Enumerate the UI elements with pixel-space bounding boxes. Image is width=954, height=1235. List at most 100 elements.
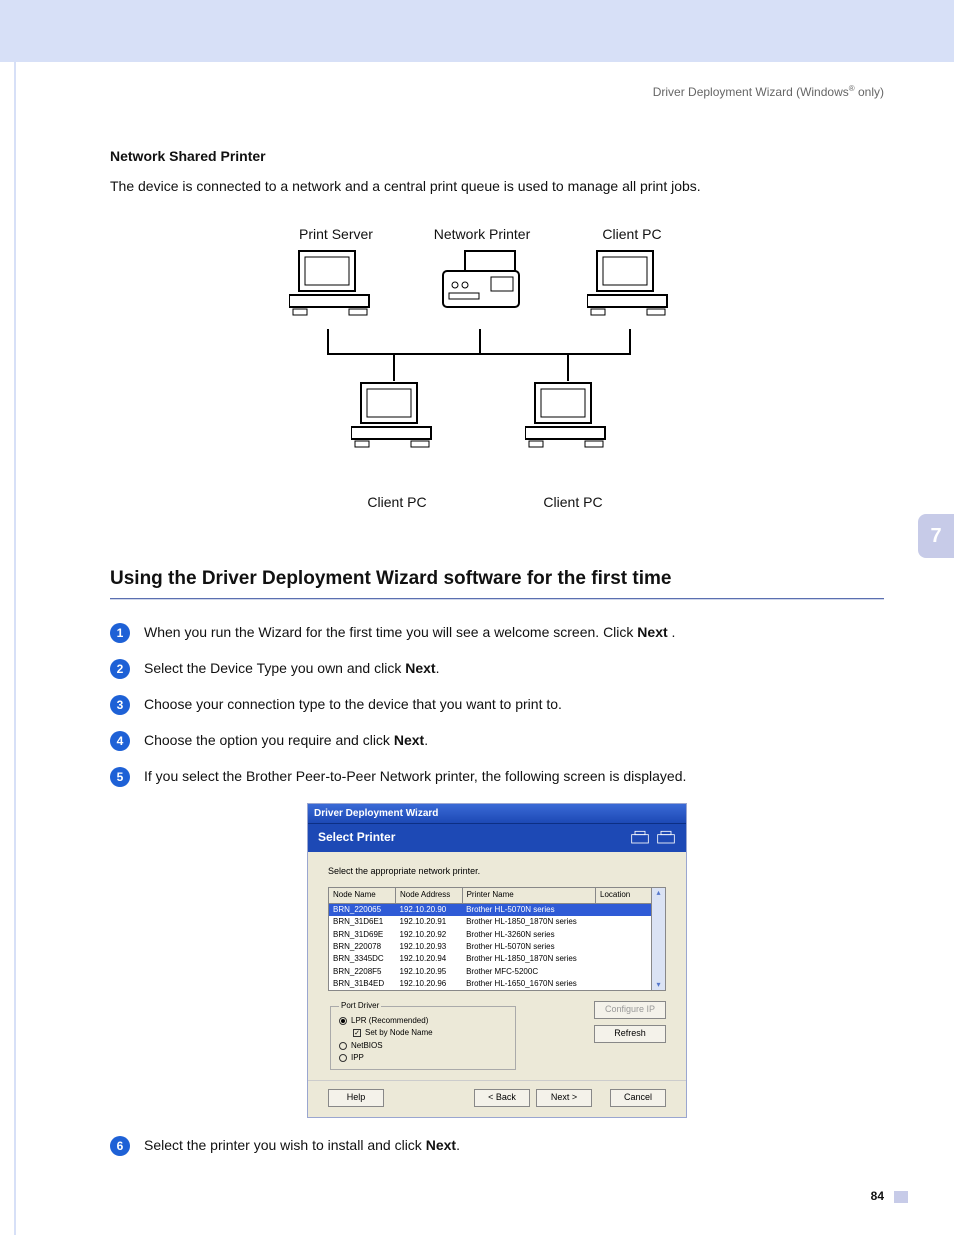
- step-pre: Choose the option you require and click: [144, 732, 394, 748]
- wizard-footer: Help < Back Next > Cancel: [308, 1080, 686, 1117]
- net-line: [327, 329, 329, 353]
- cancel-button[interactable]: Cancel: [610, 1089, 666, 1107]
- subsection-title: Network Shared Printer: [110, 147, 884, 165]
- table-row[interactable]: BRN_31B4ED192.10.20.96Brother HL-1650_16…: [329, 978, 666, 991]
- wizard-titlebar: Driver Deployment Wizard: [308, 804, 686, 823]
- step-number-icon: 3: [110, 695, 130, 715]
- table-cell: BRN_31B4ED: [329, 978, 396, 991]
- col-printer-name[interactable]: Printer Name: [462, 888, 595, 903]
- printer-icon: [630, 829, 650, 847]
- section-heading: Using the Driver Deployment Wizard softw…: [110, 567, 884, 592]
- wizard-banner-text: Select Printer: [318, 830, 395, 846]
- step-text: Select the Device Type you own and click…: [144, 659, 439, 677]
- table-cell: BRN_220078: [329, 941, 396, 953]
- radio-netbios[interactable]: NetBIOS: [339, 1041, 507, 1051]
- net-line: [629, 329, 631, 353]
- port-driver-group: Port Driver LPR (Recommended) ✓Set by No…: [330, 1001, 516, 1070]
- wizard-screenshot: Driver Deployment Wizard Select Printer …: [307, 803, 687, 1118]
- table-cell: Brother MFC-5200C: [462, 966, 595, 978]
- section-rule: [110, 598, 884, 599]
- table-scrollbar[interactable]: ▴▾: [651, 888, 665, 990]
- print-server-icon: [289, 249, 381, 317]
- table-cell: BRN_2208F5: [329, 966, 396, 978]
- step-1: 1 When you run the Wizard for the first …: [110, 623, 884, 643]
- printer-table[interactable]: Node Name Node Address Printer Name Loca…: [328, 887, 666, 991]
- step-bold: Next: [394, 732, 424, 748]
- radio-ipp[interactable]: IPP: [339, 1053, 507, 1063]
- table-cell: 192.10.20.93: [396, 941, 463, 953]
- step-pre: Select the Device Type you own and click: [144, 660, 405, 676]
- page-number: 84: [871, 1189, 884, 1203]
- back-button[interactable]: < Back: [474, 1089, 530, 1107]
- page-number-bar: [894, 1191, 908, 1203]
- table-row[interactable]: BRN_31D69E192.10.20.92Brother HL-3260N s…: [329, 929, 666, 941]
- wizard-banner-icons: [630, 829, 676, 847]
- step-text: Choose your connection type to the devic…: [144, 695, 562, 713]
- table-cell: BRN_220065: [329, 903, 396, 916]
- table-cell: BRN_3345DC: [329, 953, 396, 965]
- net-line: [393, 355, 395, 381]
- table-cell: BRN_31D6E1: [329, 916, 396, 928]
- left-gutter-line: [14, 62, 16, 1235]
- step-post: .: [436, 660, 440, 676]
- step-pre: Choose your connection type to the devic…: [144, 696, 562, 712]
- wizard-body: Select the appropriate network printer. …: [308, 852, 686, 1081]
- printer-icon: [656, 829, 676, 847]
- port-driver-legend: Port Driver: [339, 1001, 381, 1011]
- net-line: [479, 329, 481, 353]
- step-post: .: [668, 624, 676, 640]
- radio-lpr[interactable]: LPR (Recommended): [339, 1016, 507, 1026]
- table-cell: 192.10.20.95: [396, 966, 463, 978]
- step-pre: If you select the Brother Peer-to-Peer N…: [144, 768, 686, 784]
- table-row[interactable]: BRN_31D6E1192.10.20.91Brother HL-1850_18…: [329, 916, 666, 928]
- col-node-address[interactable]: Node Address: [396, 888, 463, 903]
- step-post: .: [456, 1137, 460, 1153]
- step-number-icon: 6: [110, 1136, 130, 1156]
- table-cell: 192.10.20.96: [396, 978, 463, 991]
- client-pc-br-icon: [525, 381, 617, 449]
- page-content: Driver Deployment Wizard (Windows® only)…: [110, 84, 884, 1172]
- col-node-name[interactable]: Node Name: [329, 888, 396, 903]
- step-3: 3 Choose your connection type to the dev…: [110, 695, 884, 715]
- step-text: If you select the Brother Peer-to-Peer N…: [144, 767, 686, 785]
- table-row[interactable]: BRN_3345DC192.10.20.94Brother HL-1850_18…: [329, 953, 666, 965]
- network-printer-icon: [435, 249, 527, 317]
- checkbox-label: Set by Node Name: [365, 1028, 433, 1038]
- table-cell: 192.10.20.91: [396, 916, 463, 928]
- step-text: Choose the option you require and click …: [144, 731, 428, 749]
- step-number-icon: 2: [110, 659, 130, 679]
- checkbox-set-by-node[interactable]: ✓Set by Node Name: [353, 1028, 507, 1038]
- table-row[interactable]: BRN_220078192.10.20.93Brother HL-5070N s…: [329, 941, 666, 953]
- radio-netbios-label: NetBIOS: [351, 1041, 383, 1051]
- printer-table-wrap: Node Name Node Address Printer Name Loca…: [328, 887, 666, 991]
- step-number-icon: 1: [110, 623, 130, 643]
- table-cell: Brother HL-5070N series: [462, 941, 595, 953]
- running-head-pre: Driver Deployment Wizard (Windows: [653, 85, 849, 99]
- step-6: 6 Select the printer you wish to install…: [110, 1136, 884, 1156]
- label-client-pc-top: Client PC: [567, 225, 697, 243]
- step-pre: When you run the Wizard for the first ti…: [144, 624, 637, 640]
- refresh-button[interactable]: Refresh: [594, 1025, 666, 1043]
- radio-lpr-label: LPR (Recommended): [351, 1016, 428, 1026]
- step-number-icon: 4: [110, 731, 130, 751]
- network-diagram: Print Server Network Printer Client PC C…: [267, 225, 727, 545]
- table-cell: Brother HL-1850_1870N series: [462, 953, 595, 965]
- step-bold: Next: [426, 1137, 456, 1153]
- step-post: .: [424, 732, 428, 748]
- step-text: Select the printer you wish to install a…: [144, 1136, 460, 1154]
- table-row[interactable]: BRN_2208F5192.10.20.95Brother MFC-5200C: [329, 966, 666, 978]
- label-print-server: Print Server: [261, 225, 411, 243]
- step-4: 4 Choose the option you require and clic…: [110, 731, 884, 751]
- table-cell: Brother HL-3260N series: [462, 929, 595, 941]
- table-row[interactable]: BRN_220065192.10.20.90Brother HL-5070N s…: [329, 903, 666, 916]
- step-bold: Next: [405, 660, 435, 676]
- running-head-post: only): [855, 85, 884, 99]
- label-client-pc-br: Client PC: [513, 493, 633, 511]
- client-pc-top-icon: [587, 249, 679, 317]
- running-head: Driver Deployment Wizard (Windows® only): [110, 84, 884, 101]
- next-button[interactable]: Next >: [536, 1089, 592, 1107]
- configure-ip-button[interactable]: Configure IP: [594, 1001, 666, 1019]
- net-line: [567, 355, 569, 381]
- help-button[interactable]: Help: [328, 1089, 384, 1107]
- step-pre: Select the printer you wish to install a…: [144, 1137, 426, 1153]
